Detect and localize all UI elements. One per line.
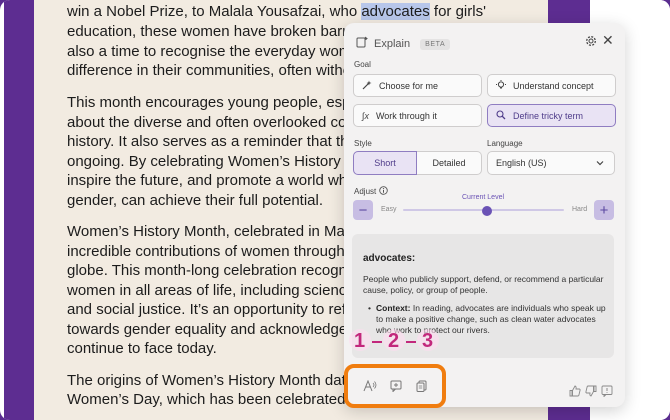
plus-icon[interactable]: + — [594, 200, 614, 220]
step-connector — [406, 341, 416, 343]
article-line: gender, can achieve their full potential… — [67, 192, 324, 209]
article-line: ongoing. By celebrating Women’s History … — [67, 153, 366, 170]
thumbs-up-icon[interactable] — [569, 384, 581, 402]
search-icon — [496, 109, 506, 122]
step-connector — [372, 341, 382, 343]
style-short-option[interactable]: Short — [353, 151, 417, 175]
step-marker-2: 2 — [388, 330, 400, 352]
article-line: education, these women have broken barri… — [67, 23, 359, 40]
article-line: difference in their communities, often w… — [67, 62, 364, 79]
info-icon[interactable] — [379, 186, 388, 197]
wand-icon — [362, 80, 372, 92]
adjust-label: Adjust — [354, 186, 388, 197]
article-line: history. It also serves as a reminder th… — [67, 133, 357, 150]
article-line: also a time to recognise the everyday wo… — [67, 43, 360, 60]
language-select[interactable]: English (US) — [487, 151, 615, 175]
explain-icon — [356, 35, 368, 53]
minus-icon[interactable]: − — [353, 200, 373, 220]
panel-title: Explain — [374, 38, 411, 50]
comment-icon[interactable] — [387, 377, 405, 395]
goal-understand-concept-button[interactable]: Understand concept — [487, 74, 616, 97]
action-toolbar — [344, 364, 446, 408]
gear-icon[interactable] — [585, 34, 597, 52]
step-marker-1: 1 — [354, 330, 366, 352]
article-line: women in all areas of life, including sc… — [67, 282, 359, 299]
explain-panel: Explain BETA ✕ Goal Choose for me Unders… — [344, 23, 625, 408]
article-line: and social justice. It’s an opportunity … — [67, 301, 358, 318]
chevron-down-icon — [596, 159, 604, 169]
close-icon[interactable]: ✕ — [602, 33, 614, 47]
article-line: continue to face today. — [67, 340, 217, 357]
style-detailed-option[interactable]: Detailed — [417, 151, 482, 175]
goal-choose-for-me-button[interactable]: Choose for me — [353, 74, 482, 97]
function-icon: ∫x — [362, 110, 369, 121]
definition-meaning: People who publicly support, defend, or … — [363, 274, 604, 295]
definition-context: • Context: In reading, advocates are ind… — [368, 303, 606, 335]
article-line: Women’s Day, which has been celebrated o — [67, 391, 358, 408]
app-window: win a Nobel Prize, to Malala Yousafzai, … — [0, 0, 670, 420]
thumbs-down-icon[interactable] — [585, 384, 597, 402]
copy-icon[interactable] — [413, 377, 431, 395]
article-line: The origins of Women’s History Month dat… — [67, 372, 355, 389]
article-line: about the diverse and often overlooked c… — [67, 114, 359, 131]
language-label: Language — [487, 139, 523, 148]
beta-badge: BETA — [420, 38, 451, 50]
panel-header: Explain BETA — [356, 35, 451, 53]
left-margin-bar — [4, 0, 34, 420]
article-line: inspire the future, and promote a world … — [67, 172, 361, 189]
article-line: win a Nobel Prize, to Malala Yousafzai, … — [67, 3, 486, 20]
style-label: Style — [354, 139, 372, 148]
bullet-dot: • — [368, 303, 371, 313]
goal-work-through-it-button[interactable]: ∫x Work through it — [353, 104, 482, 127]
text-size-icon[interactable] — [361, 377, 379, 395]
highlighted-term[interactable]: advocates — [361, 3, 430, 20]
article-line: incredible contributions of women throug… — [67, 243, 362, 260]
definition-term: advocates: — [363, 253, 416, 264]
current-level-label: Current Level — [462, 194, 505, 201]
step-marker-3: 3 — [422, 330, 434, 352]
goal-define-tricky-term-button[interactable]: Define tricky term — [487, 104, 616, 127]
article-line: globe. This month-long celebration recog… — [67, 262, 367, 279]
report-icon[interactable] — [601, 384, 613, 402]
goal-label: Goal — [354, 60, 371, 69]
bulb-icon — [496, 79, 506, 92]
difficulty-slider-thumb[interactable] — [481, 206, 492, 216]
article-line: towards gender equality and acknowledge … — [67, 321, 364, 338]
article-line: Women’s History Month, celebrated in Mar… — [67, 223, 366, 240]
easy-label: Easy — [381, 206, 397, 213]
article-line: This month encourages young people, espe — [67, 94, 359, 111]
hard-label: Hard — [572, 206, 588, 213]
